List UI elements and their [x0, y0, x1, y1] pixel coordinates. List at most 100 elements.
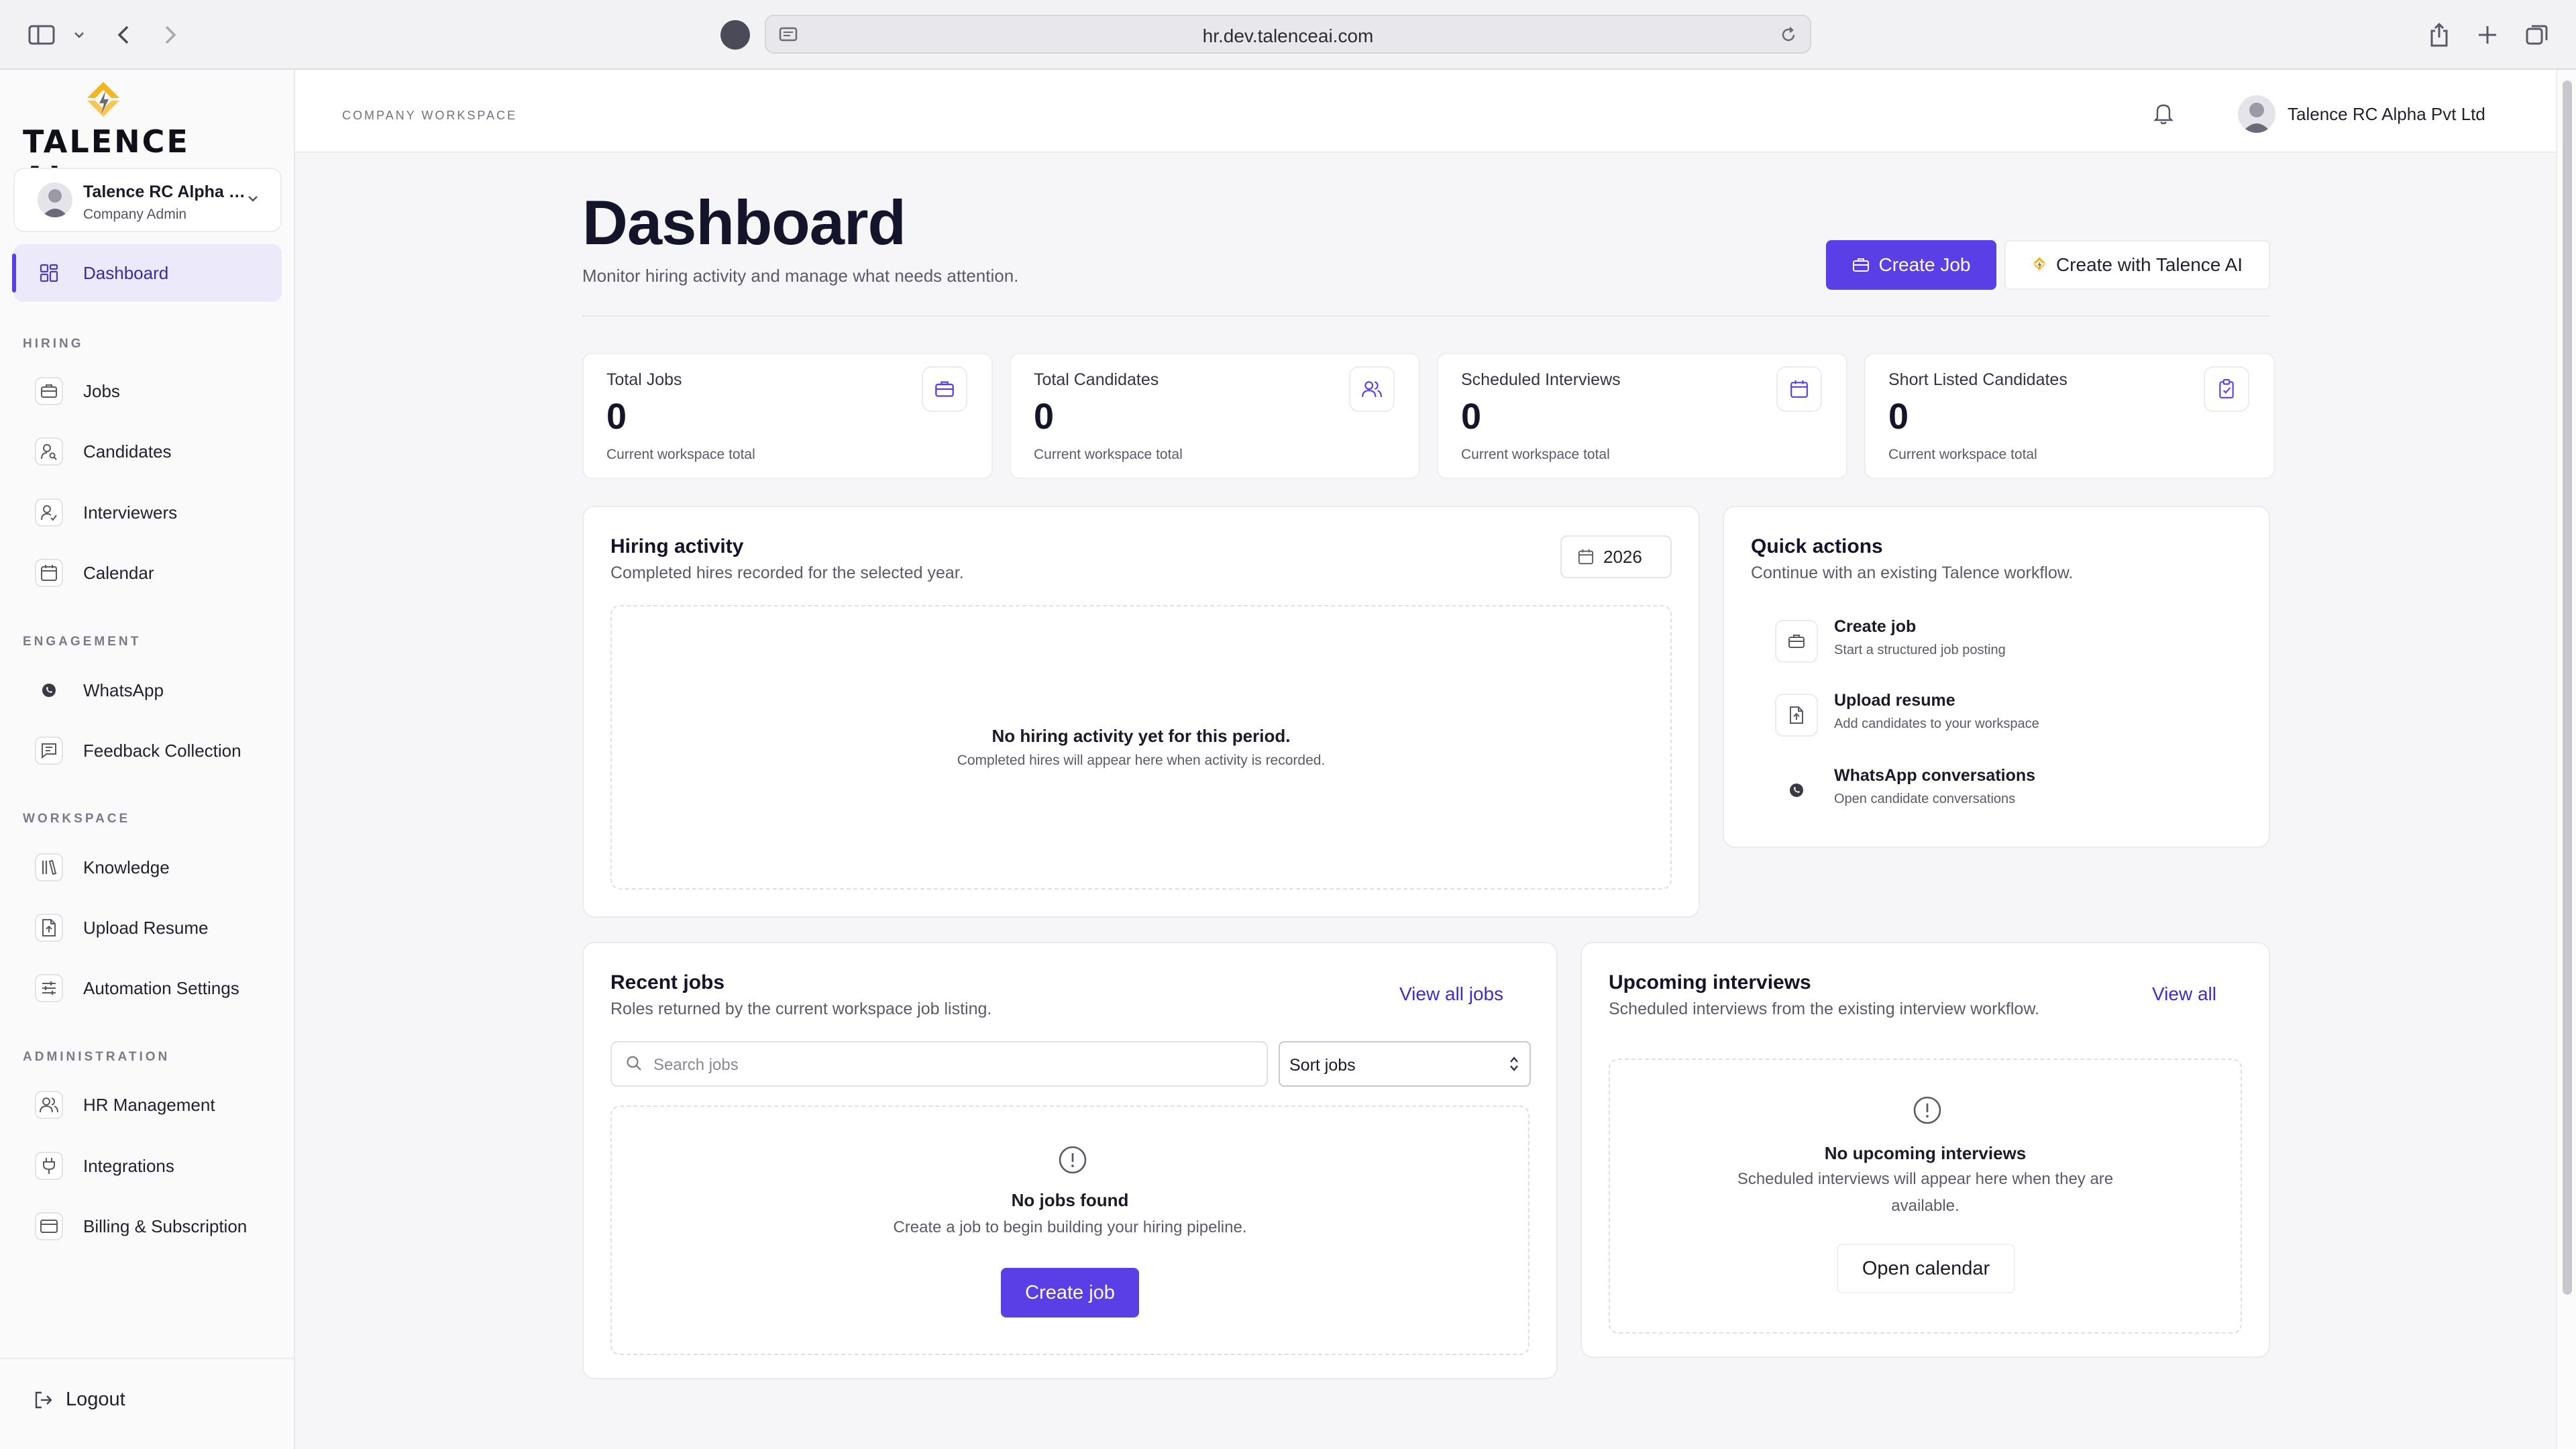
sort-value: Sort jobs — [1289, 1056, 1356, 1075]
stat-label: Total Candidates — [1034, 370, 1159, 389]
card-title: Quick actions — [1751, 535, 1883, 557]
create-job-button[interactable]: Create Job — [1826, 240, 1996, 290]
chevron-down-icon — [247, 195, 259, 203]
org-name: Talence RC Alpha P... — [83, 182, 251, 201]
talence-logo[interactable]: TALENCE AI — [23, 79, 237, 196]
users-icon — [35, 1091, 63, 1119]
sidebar-item-calendar[interactable]: Calendar — [13, 544, 282, 602]
create-job-button[interactable]: Create job — [1001, 1268, 1139, 1318]
sidebar-item-dashboard[interactable]: Dashboard — [12, 244, 282, 302]
section-label-administration: ADMINISTRATION — [23, 1050, 170, 1064]
talence-logo-icon — [85, 80, 122, 123]
hiring-empty-state: No hiring activity yet for this period. … — [610, 605, 1672, 890]
stat-label: Short Listed Candidates — [1888, 370, 2068, 389]
sidebar: TALENCE AI Talence RC Alpha P... Company… — [0, 70, 295, 1449]
quick-action-subtitle: Open candidate conversations — [1834, 792, 2016, 806]
scrollbar-thumb[interactable] — [2563, 80, 2572, 1295]
quick-action-create-job[interactable]: Create job Start a structured job postin… — [1775, 616, 2245, 676]
stat-note: Current workspace total — [1461, 447, 1610, 462]
stat-card-total-candidates: Total Candidates 0 Current workspace tot… — [1010, 353, 1420, 479]
alert-circle-icon — [1057, 1144, 1088, 1175]
card-title: Hiring activity — [610, 535, 744, 557]
empty-title: No hiring activity yet for this period. — [991, 726, 1291, 746]
sidebar-item-label: Integrations — [83, 1156, 174, 1176]
year-selector[interactable]: 2026 — [1560, 535, 1672, 578]
sidebar-item-label: Calendar — [83, 563, 154, 583]
sidebar-item-integrations[interactable]: Integrations — [13, 1137, 282, 1195]
sort-jobs-select[interactable]: Sort jobs — [1279, 1041, 1531, 1087]
sidebar-item-label: Upload Resume — [83, 918, 209, 938]
logout-button[interactable]: Logout — [34, 1389, 125, 1411]
section-label-engagement: ENGAGEMENT — [23, 635, 142, 649]
card-title: Recent jobs — [610, 971, 725, 994]
recent-jobs-card: Recent jobs Roles returned by the curren… — [582, 942, 1558, 1379]
sidebar-item-label: WhatsApp — [83, 680, 164, 700]
sidebar-item-upload-resume[interactable]: Upload Resume — [13, 899, 282, 957]
page-title: Dashboard — [582, 187, 906, 258]
sidebar-item-hr-management[interactable]: HR Management — [13, 1076, 282, 1134]
sidebar-item-interviewers[interactable]: Interviewers — [13, 484, 282, 541]
quick-action-title: WhatsApp conversations — [1834, 766, 2036, 785]
user-menu[interactable]: Talence RC Alpha Pvt Ltd — [2238, 95, 2485, 133]
empty-subtitle-cont: available. — [1891, 1197, 1960, 1215]
calendar-icon — [1578, 549, 1594, 565]
empty-title: No jobs found — [1011, 1190, 1129, 1210]
talence-logo-icon — [2032, 256, 2047, 274]
stat-value: 0 — [1461, 396, 1482, 437]
sidebar-item-candidates[interactable]: Candidates — [13, 423, 282, 480]
select-arrows-icon — [1508, 1055, 1520, 1073]
open-calendar-button[interactable]: Open calendar — [1837, 1244, 2015, 1293]
chevron-down-icon[interactable] — [63, 19, 95, 51]
sidebar-item-label: Dashboard — [83, 263, 169, 283]
plug-icon — [35, 1152, 63, 1180]
sidebar-item-billing[interactable]: Billing & Subscription — [13, 1197, 282, 1255]
new-tab-icon[interactable] — [2471, 19, 2504, 51]
sidebar-toggle-icon[interactable] — [25, 19, 58, 51]
briefcase-icon — [922, 366, 967, 412]
share-icon[interactable] — [2423, 19, 2455, 51]
forward-icon[interactable] — [154, 19, 186, 51]
logout-label: Logout — [66, 1389, 125, 1410]
quick-action-title: Create job — [1834, 617, 1917, 636]
breadcrumb: COMPANY WORKSPACE — [342, 109, 518, 122]
url-text: hr.dev.talenceai.com — [1202, 25, 1374, 46]
sidebar-item-label: Billing & Subscription — [83, 1216, 248, 1236]
stat-note: Current workspace total — [1888, 447, 2037, 462]
stat-card-shortlisted: Short Listed Candidates 0 Current worksp… — [1864, 353, 2275, 479]
tabs-overview-icon[interactable] — [2521, 19, 2553, 51]
search-jobs-input[interactable]: Search jobs — [610, 1041, 1268, 1087]
top-bar: COMPANY WORKSPACE Talence RC Alpha Pvt L… — [295, 70, 2556, 153]
stat-value: 0 — [1888, 396, 1909, 437]
sidebar-item-feedback[interactable]: Feedback Collection — [13, 722, 282, 780]
sidebar-item-label: Automation Settings — [83, 978, 239, 998]
empty-subtitle: Create a job to begin building your hiri… — [893, 1218, 1247, 1236]
reload-icon[interactable] — [1779, 25, 1798, 44]
sidebar-item-automation[interactable]: Automation Settings — [13, 959, 282, 1017]
logout-icon — [34, 1390, 54, 1410]
library-icon — [35, 853, 63, 881]
quick-action-upload-resume[interactable]: Upload resume Add candidates to your wor… — [1775, 690, 2245, 750]
sidebar-item-label: Jobs — [83, 381, 120, 401]
back-icon[interactable] — [107, 19, 140, 51]
view-all-jobs-link[interactable]: View all jobs — [1399, 983, 1503, 1005]
search-icon — [625, 1055, 643, 1072]
org-switcher[interactable]: Talence RC Alpha P... Company Admin — [13, 168, 282, 232]
page-scrollbar[interactable] — [2556, 70, 2576, 1449]
interviews-empty-state: No upcoming interviews Scheduled intervi… — [1609, 1059, 2242, 1334]
view-all-interviews-link[interactable]: View all — [2152, 983, 2216, 1005]
alert-circle-icon — [1912, 1095, 1943, 1126]
sidebar-item-knowledge[interactable]: Knowledge — [13, 839, 282, 896]
sidebar-item-whatsapp[interactable]: WhatsApp — [13, 661, 282, 719]
stat-note: Current workspace total — [606, 447, 755, 462]
quick-actions-card: Quick actions Continue with an existing … — [1723, 506, 2270, 848]
upcoming-interviews-card: Upcoming interviews Scheduled interviews… — [1580, 942, 2270, 1358]
address-bar[interactable]: hr.dev.talenceai.com — [765, 15, 1811, 54]
sidebar-divider — [0, 1358, 295, 1359]
quick-action-whatsapp[interactable]: WhatsApp conversations Open candidate co… — [1775, 765, 2245, 825]
create-with-ai-button[interactable]: Create with Talence AI — [2004, 240, 2270, 290]
quick-action-subtitle: Add candidates to your workspace — [1834, 716, 2039, 731]
clipboard-check-icon — [2204, 366, 2249, 412]
sidebar-item-label: HR Management — [83, 1095, 215, 1115]
sidebar-item-jobs[interactable]: Jobs — [13, 362, 282, 420]
bell-icon[interactable] — [2153, 102, 2174, 125]
